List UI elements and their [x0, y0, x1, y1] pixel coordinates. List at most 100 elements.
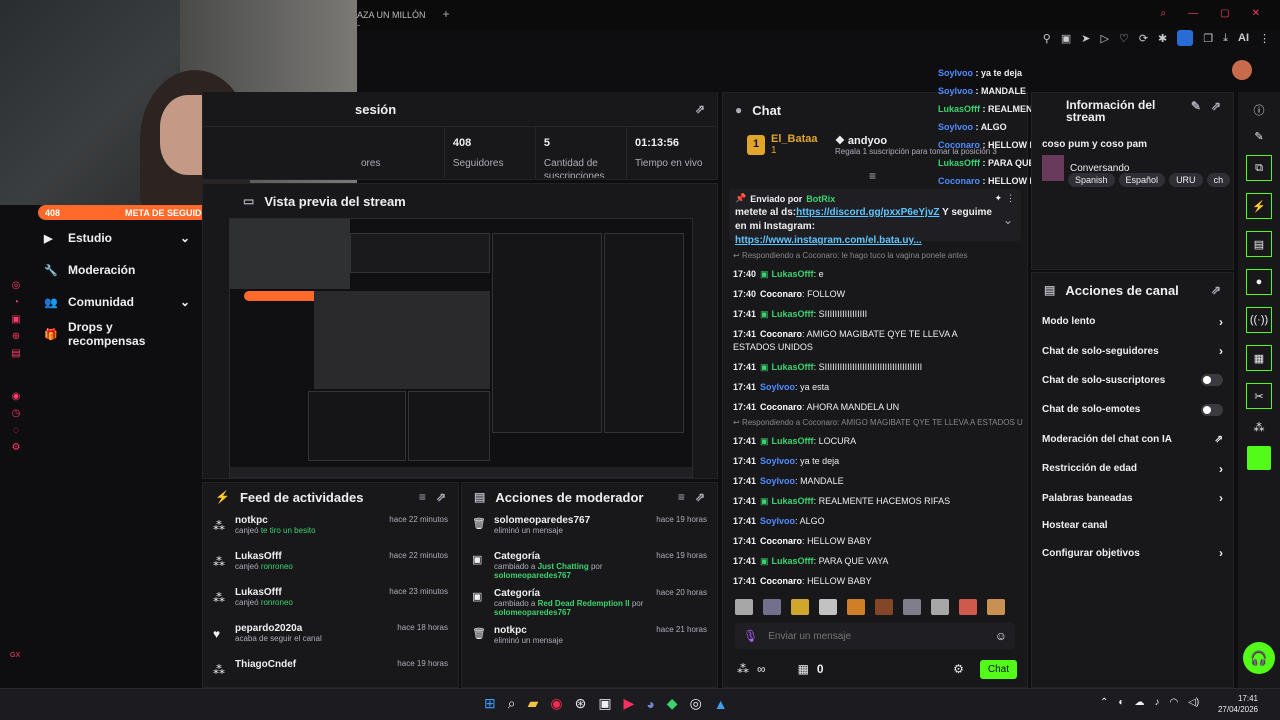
chat-message[interactable]: 17:40 ▣ LukasOfff: e	[733, 265, 995, 285]
sidebar-item-3[interactable]: 👥 Comunidad ⌄	[32, 286, 202, 318]
edit-icon[interactable]: ✎	[1191, 99, 1201, 113]
mic-icon[interactable]: 🎙	[743, 629, 758, 643]
pulse-icon[interactable]: ◔	[13, 297, 19, 308]
chat-message[interactable]: 17:41 ▣ LukasOfff: REALMENTE HACEMOS RIFAS	[733, 492, 995, 512]
emote-6-icon[interactable]	[903, 599, 921, 615]
info-icon[interactable]: ⓘ	[1254, 102, 1265, 118]
editor-icon[interactable]: ▲	[714, 696, 728, 712]
emote-8-icon[interactable]	[959, 599, 977, 615]
clock-icon[interactable]: ◷	[12, 408, 21, 419]
chat-message[interactable]: 17:41 Coconaro: HELLOW BABY	[733, 572, 995, 592]
steam-icon[interactable]: ⊛	[575, 695, 587, 712]
user-avatar[interactable]	[1232, 60, 1252, 80]
popout-icon[interactable]: ⇗	[436, 490, 446, 504]
mod-action-game[interactable]: Red Dead Redemption II	[538, 599, 630, 608]
mod-action-item[interactable]: ▣ Categoría cambiado a Red Dead Redemption…	[462, 584, 717, 621]
emote-7-icon[interactable]	[931, 599, 949, 615]
emote-5-icon[interactable]	[875, 599, 893, 615]
tag-chip[interactable]: URU	[1169, 173, 1203, 187]
channel-action-item[interactable]: Chat de solo-seguidores ›	[1032, 336, 1233, 365]
chat-username[interactable]: Soylvoo	[760, 516, 795, 526]
feed-item[interactable]: ⁂ LukasOfff canjeó ronroneo hace 23 minutos	[203, 583, 458, 619]
chat-username[interactable]: LukasOfff	[772, 309, 814, 319]
search-icon[interactable]: ⌕	[1161, 8, 1167, 19]
mod-action-mod[interactable]: solomeoparedes767	[494, 571, 571, 580]
pinned-bot[interactable]: BotRix	[806, 194, 835, 204]
chat-message[interactable]: 17:41 Coconaro: AHORA MANDELA UN	[733, 398, 995, 418]
channel-action-item[interactable]: Restricción de edad ›	[1032, 454, 1233, 483]
rail-button-9[interactable]	[1247, 446, 1271, 470]
sidebar-item-1[interactable]: ▶ Estudio ⌄	[32, 222, 202, 254]
chat-message[interactable]: 17:41 ▣ LukasOfff: PARA QUE VAYA	[733, 552, 995, 572]
crop-icon[interactable]: ▣	[1061, 32, 1071, 45]
chat-settings-icon[interactable]: ⚙	[953, 662, 964, 676]
maximize-icon[interactable]: ▢	[1220, 8, 1229, 19]
tray-app-icon[interactable]: ◐	[1118, 697, 1124, 708]
rail-button-3[interactable]: ▤	[1246, 231, 1272, 257]
dollar-icon[interactable]: ⊕	[12, 331, 20, 342]
pin-icon[interactable]: ⚲	[1043, 32, 1051, 45]
chat-message[interactable]: 17:41 Coconaro: HELLOW BABY	[733, 532, 995, 552]
rail-button-6[interactable]: ▦	[1246, 345, 1272, 371]
tag-chip[interactable]: ch	[1206, 173, 1231, 187]
emote-9-icon[interactable]	[987, 599, 1005, 615]
category-name[interactable]: Conversando	[1070, 163, 1129, 174]
feed-user[interactable]: ThiagoCndef	[235, 659, 389, 670]
chat-username[interactable]: Coconaro	[760, 536, 802, 546]
chat-input[interactable]: 🎙 ☺	[735, 623, 1015, 649]
mod-action-game[interactable]: Just Chatting	[538, 562, 589, 571]
chat-username[interactable]: LukasOfff	[772, 436, 814, 446]
feed-user[interactable]: LukasOfff	[235, 587, 381, 598]
emote-2-icon[interactable]	[791, 599, 809, 615]
channel-action-item[interactable]: Modo lento ›	[1032, 307, 1233, 336]
rail-button-8[interactable]: ⁂	[1254, 421, 1265, 434]
channel-action-item[interactable]: Palabras baneadas ›	[1032, 483, 1233, 512]
popout-icon[interactable]: ⇗	[695, 102, 705, 116]
mod-action-mod[interactable]: solomeoparedes767	[494, 608, 571, 617]
tray-volume-icon[interactable]: ◁)	[1188, 697, 1199, 708]
media-icon[interactable]: ▤	[11, 348, 20, 359]
discord-icon[interactable]: ◕	[646, 696, 654, 712]
feed-item[interactable]: ⁂ ThiagoCndef hace 19 horas	[203, 655, 458, 691]
popout-icon[interactable]: ⇗	[695, 490, 705, 504]
feed-user[interactable]: pepardo2020a	[235, 623, 389, 634]
tag-chip[interactable]: Español	[1118, 173, 1166, 187]
start-icon[interactable]: ⊞	[484, 695, 496, 712]
channel-action-item[interactable]: Configurar objetivos ›	[1032, 539, 1233, 568]
emote-4-icon[interactable]	[847, 599, 865, 615]
points-icon[interactable]: ⁂	[737, 662, 749, 676]
feed-user[interactable]: notkpc	[235, 515, 381, 526]
new-tab-button[interactable]: +	[439, 7, 453, 21]
mod-action-item[interactable]: 🗑 solomeoparedes767 eliminó un mensaje hace…	[462, 511, 717, 547]
chat-username[interactable]: Soylvoo	[760, 476, 795, 486]
channel-action-item[interactable]: Hostear canal	[1032, 513, 1233, 539]
tray-mic-icon[interactable]: ♪	[1154, 697, 1159, 708]
chat-message[interactable]: 17:41 ▣ LukasOfff: LOCURA	[733, 432, 995, 452]
gifter-user[interactable]: andyoo	[848, 135, 887, 147]
chat-message[interactable]: 17:40 Coconaro: FOLLOW	[733, 285, 995, 305]
record-icon[interactable]: ◉	[12, 391, 21, 402]
popout-icon[interactable]: ⇗	[1211, 99, 1221, 113]
chat-username[interactable]: Coconaro	[760, 576, 802, 586]
opera-icon[interactable]: ◉	[550, 695, 562, 712]
mod-action-item[interactable]: ▣ Categoría cambiado a Just Chatting por s…	[462, 547, 717, 584]
chat-username[interactable]: LukasOfff	[772, 496, 814, 506]
emote-3-icon[interactable]	[819, 599, 837, 615]
unpin-icon[interactable]: ✦	[994, 193, 1002, 204]
instagram-link[interactable]: https://www.instagram.com/el.bata.uy...	[735, 235, 922, 246]
menu-icon[interactable]: ⋮	[1259, 32, 1270, 45]
feed-user[interactable]: LukasOfff	[235, 551, 381, 562]
gift-icon[interactable]: ▦	[798, 662, 809, 676]
rail-button-7[interactable]: ✂	[1246, 383, 1272, 409]
chat-send-button[interactable]: Chat	[979, 659, 1017, 679]
mod-action-title[interactable]: notkpc	[494, 625, 648, 636]
extension-app-icon[interactable]	[1177, 30, 1194, 46]
emote-1-icon[interactable]	[763, 599, 781, 615]
folder-icon[interactable]: ▰	[528, 695, 539, 712]
mod-action-item[interactable]: 🗑 notkpc eliminó un mensaje hace 21 horas	[462, 621, 717, 657]
emoji-icon[interactable]: ☺	[995, 629, 1007, 643]
expand-icon[interactable]: ⌄	[1003, 213, 1013, 227]
search-icon[interactable]: ⌕	[508, 695, 516, 712]
chat-message[interactable]: 17:41 Soylvoo: ya te deja	[733, 452, 995, 472]
sidebar-item-4[interactable]: 🎁 Drops y recompensas	[32, 318, 202, 350]
